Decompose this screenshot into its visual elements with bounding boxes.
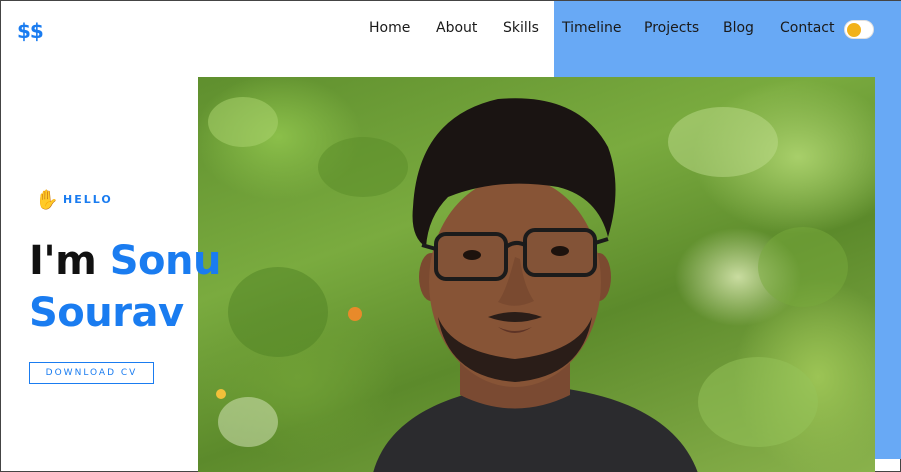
hello-label: HELLO [63,192,113,206]
nav-about[interactable]: About [436,20,477,36]
first-name-text: Sonu [109,238,222,284]
theme-toggle[interactable] [844,20,874,39]
person-figure [373,98,698,472]
last-name-text: Sourav [29,290,184,336]
download-cv-button[interactable]: DOWNLOAD CV [29,362,154,384]
waving-hand-icon: ✋ [35,188,59,211]
hero-headline: I'm Sonu Sourav [29,235,222,339]
main-nav: Home About Skills Timeline Projects Blog… [1,20,901,42]
nav-projects[interactable]: Projects [644,20,699,36]
nav-home[interactable]: Home [369,20,410,36]
greeting-text: I'm [29,238,97,284]
nav-contact[interactable]: Contact [780,20,834,36]
hello-tag: ✋ HELLO [35,187,113,211]
nav-timeline[interactable]: Timeline [562,20,622,36]
sun-icon [847,23,861,37]
nav-skills[interactable]: Skills [503,20,539,36]
nav-blog[interactable]: Blog [723,20,754,36]
profile-photo [198,77,875,472]
